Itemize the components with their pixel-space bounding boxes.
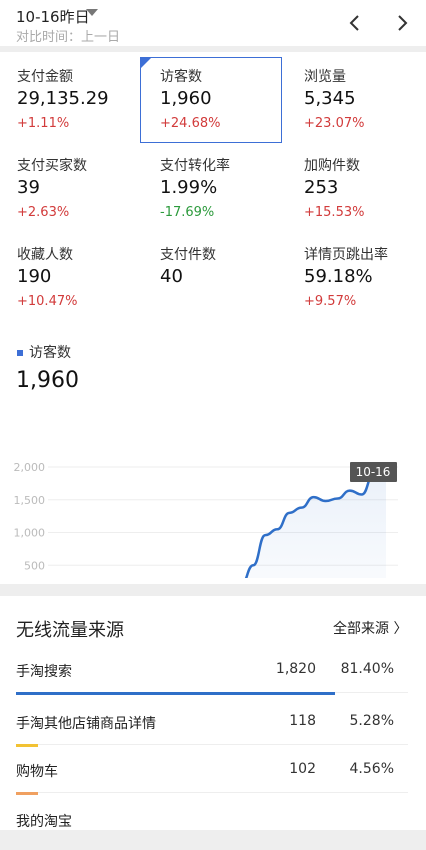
y-tick-label: 500 [24,559,45,572]
metric-label: 访客数 [160,69,202,85]
legend-square-icon [17,350,23,356]
metric-label: 支付件数 [160,247,216,263]
previous-day-button[interactable] [341,9,369,37]
metric-label: 支付转化率 [160,158,230,174]
share-bar [16,692,335,695]
source-percent: 4.56% [349,761,394,777]
metric-label: 支付买家数 [17,158,87,174]
next-day-button[interactable] [388,9,416,37]
source-name: 手淘其他店铺商品详情 [16,716,156,732]
source-row[interactable]: 手淘其他店铺商品详情 118 5.28% [0,700,426,752]
metric-payment-amount[interactable]: 支付金额 29,135.29 +1.11% [17,66,159,154]
share-track [16,744,408,745]
chevron-right-icon [398,15,408,31]
compare-label: 对比时间：上一日 [16,30,121,45]
chart-legend: 访客数 [17,342,71,362]
source-name: 我的淘宝 [16,814,72,830]
metric-value: 1,960 [160,88,212,109]
tooltip-label: 10-16 [356,465,391,479]
metric-change: +24.68% [160,116,221,131]
metric-change: +23.07% [304,116,365,131]
source-name: 购物车 [16,764,58,780]
metric-change: +1.11% [17,116,70,131]
metric-label: 收藏人数 [17,247,73,263]
chevron-left-icon [349,15,359,31]
source-percent: 5.28% [349,713,394,729]
traffic-sources-panel: 无线流量来源 全部来源 〉 手淘搜索 1,820 81.40% 手淘其他店铺商品… [0,596,426,830]
metric-value: 253 [304,177,339,198]
metric-label: 支付金额 [17,69,73,85]
source-row[interactable]: 我的淘宝 [0,798,426,850]
metric-change: +15.53% [304,205,365,220]
source-count: 118 [289,713,316,729]
share-track [16,792,408,793]
y-tick-label: 1,500 [14,494,46,507]
metric-favorites[interactable]: 收藏人数 190 +10.47% [17,244,159,332]
metric-value: 40 [160,266,183,287]
chart-current-value: 1,960 [16,368,79,393]
metric-paid-items[interactable]: 支付件数 40 [160,244,302,332]
top-bar: 10-16昨日 对比时间：上一日 [0,0,426,46]
share-bar [16,744,38,747]
metric-add-to-cart[interactable]: 加购件数 253 +15.53% [304,155,426,243]
metric-change: +2.63% [17,205,70,220]
metric-value: 59.18% [304,266,373,287]
metric-visitors[interactable]: 访客数 1,960 +24.68% [160,66,302,154]
metric-label: 加购件数 [304,158,360,174]
source-name: 手淘搜索 [16,664,72,680]
sources-title: 无线流量来源 [16,620,124,641]
date-selector[interactable]: 10-16昨日 [16,6,90,27]
source-row[interactable]: 手淘搜索 1,820 81.40% [0,648,426,700]
all-sources-link[interactable]: 全部来源 〉 [333,618,407,638]
y-tick-label: 2,000 [14,461,46,474]
metrics-panel: 支付金额 29,135.29 +1.11% 访客数 1,960 +24.68% … [0,52,426,584]
metric-value: 5,345 [304,88,356,109]
metric-label: 详情页跳出率 [304,247,388,263]
metric-change: -17.69% [160,205,215,220]
source-row[interactable]: 购物车 102 4.56% [0,748,426,800]
tooltip: 10-16 [350,462,397,482]
metric-conversion-rate[interactable]: 支付转化率 1.99% -17.69% [160,155,302,243]
metric-value: 190 [17,266,52,287]
metric-bounce-rate[interactable]: 详情页跳出率 59.18% +9.57% [304,244,426,332]
metric-value: 1.99% [160,177,218,198]
legend-label: 访客数 [29,345,71,361]
metric-paying-buyers[interactable]: 支付买家数 39 +2.63% [17,155,159,243]
source-count: 1,820 [275,661,316,677]
caret-down-icon[interactable] [86,9,98,16]
metric-change: +10.47% [17,294,78,309]
metric-value: 39 [17,177,40,198]
y-tick-label: 1,000 [14,527,46,540]
metric-change: +9.57% [304,294,357,309]
source-percent: 81.40% [340,661,394,677]
visitor-trend-chart[interactable]: 2,0001,5001,0005000 09-1809-2409-3010-06… [0,400,426,578]
metric-pageviews[interactable]: 浏览量 5,345 +23.07% [304,66,426,154]
metric-value: 29,135.29 [17,88,109,109]
source-count: 102 [289,761,316,777]
share-bar [16,792,38,795]
metric-label: 浏览量 [304,69,346,85]
series-area [246,469,386,578]
